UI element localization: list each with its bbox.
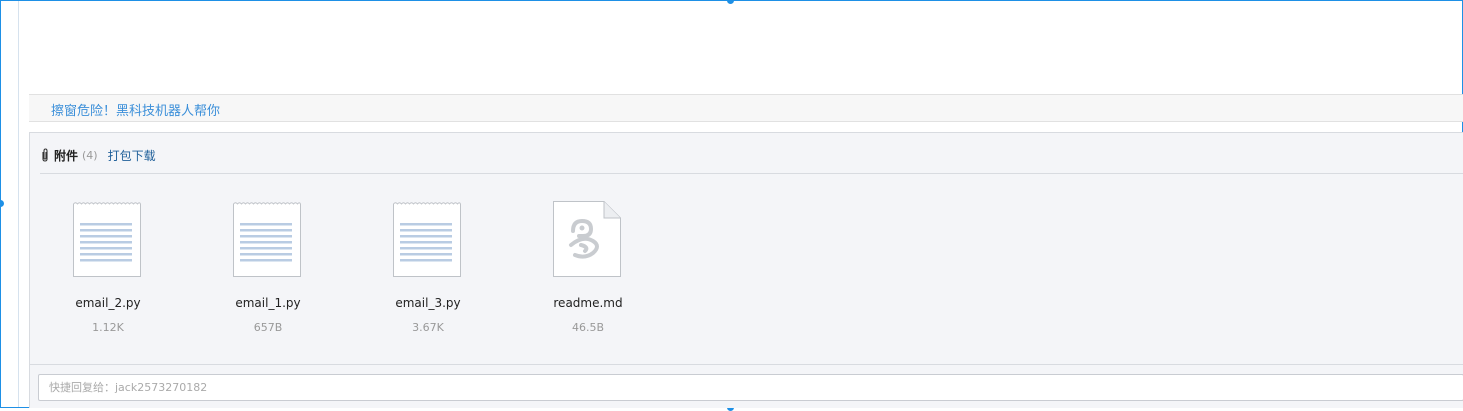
- attachments-title: 附件: [54, 148, 79, 163]
- attachment-size: 1.12K: [92, 321, 124, 334]
- attachment-size: 3.67K: [412, 321, 444, 334]
- attachment-name: email_3.py: [395, 296, 461, 310]
- attachment-name: email_1.py: [235, 296, 301, 310]
- attachments-divider: [40, 173, 1463, 174]
- quick-reply-input[interactable]: [38, 374, 1463, 401]
- attachment-item[interactable]: email_1.py 657B: [208, 201, 328, 341]
- attachment-item[interactable]: readme.md 46.5B: [528, 201, 648, 341]
- text-file-icon: [73, 202, 141, 277]
- left-divider: [18, 1, 19, 407]
- attachment-item[interactable]: email_3.py 3.67K: [368, 201, 488, 341]
- attachments-header: 附件 (4) 打包下载: [40, 145, 156, 165]
- attachment-name: readme.md: [553, 296, 623, 310]
- paperclip-icon: [42, 148, 48, 162]
- attachment-item[interactable]: email_2.py 1.12K: [48, 201, 168, 341]
- attachments-count: (4): [82, 148, 98, 162]
- text-file-icon: [393, 202, 461, 277]
- attachment-size: 657B: [253, 321, 283, 334]
- quick-reply-bar: [30, 364, 1463, 409]
- ad-banner: 擦窗危险！黑科技机器人帮你: [29, 94, 1463, 122]
- attachments-panel: 附件 (4) 打包下载 email_2.py 1.12K email_1.py …: [29, 132, 1463, 408]
- generic-file-icon: [553, 201, 621, 277]
- attachment-name: email_2.py: [75, 296, 141, 310]
- download-all-link[interactable]: 打包下载: [108, 147, 156, 164]
- text-file-icon: [233, 202, 301, 277]
- attachment-size: 46.5B: [571, 321, 605, 334]
- ad-link[interactable]: 擦窗危险！黑科技机器人帮你: [51, 100, 220, 119]
